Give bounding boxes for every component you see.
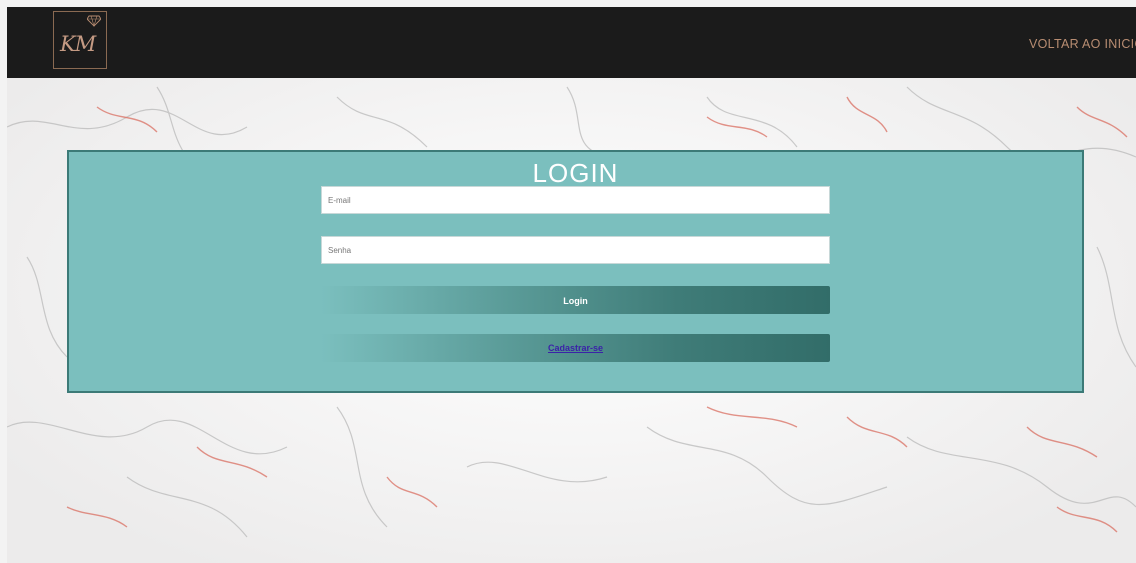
top-navbar: KM VOLTAR AO INICIO [7,7,1136,78]
back-to-home-link[interactable]: VOLTAR AO INICIO [1029,37,1136,51]
login-title: LOGIN [532,158,619,188]
email-input[interactable] [321,186,830,214]
brand-logo[interactable]: KM [53,11,107,69]
login-button[interactable]: Login [321,286,830,314]
signup-link[interactable]: Cadastrar-se [548,343,603,353]
diamond-icon [87,15,101,27]
signup-button[interactable]: Cadastrar-se [321,334,830,362]
password-input[interactable] [321,236,830,264]
page: KM VOLTAR AO INICIO LOGIN Login Cadastra… [7,7,1136,563]
login-panel: LOGIN Login Cadastrar-se [67,150,1084,393]
logo-monogram: KM [60,32,96,56]
